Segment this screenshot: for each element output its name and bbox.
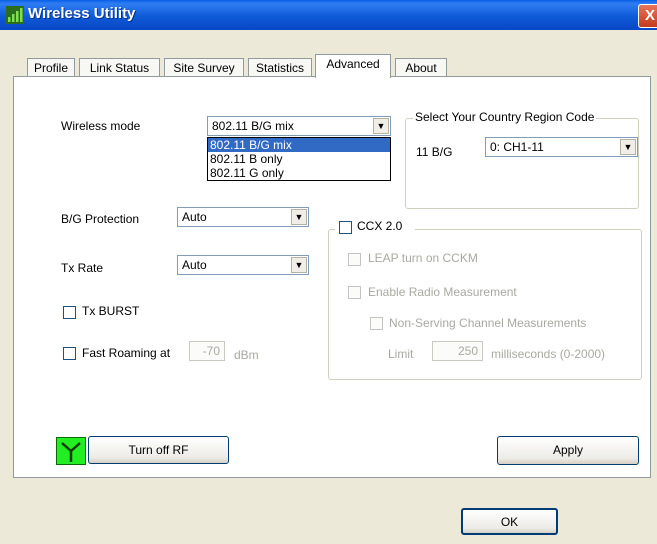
signal-bars-icon xyxy=(6,6,24,24)
tx-rate-value: Auto xyxy=(182,258,207,272)
radio-measurement-label: Enable Radio Measurement xyxy=(368,285,517,299)
close-icon: X xyxy=(644,7,655,24)
fast-roaming-threshold-field[interactable]: -70 xyxy=(189,341,225,361)
country-region-select[interactable]: 0: CH1-11 ▼ xyxy=(485,137,638,157)
ccx-label: CCX 2.0 xyxy=(357,219,403,233)
leap-cckm-checkbox[interactable] xyxy=(348,253,361,266)
tab-profile[interactable]: Profile xyxy=(27,58,75,77)
tx-burst-checkbox[interactable] xyxy=(63,306,76,319)
tab-site-survey[interactable]: Site Survey xyxy=(164,58,244,77)
tab-about[interactable]: About xyxy=(395,58,447,77)
fast-roaming-checkbox[interactable] xyxy=(63,347,76,360)
nonserving-channel-checkbox[interactable] xyxy=(370,317,383,330)
chevron-down-icon[interactable]: ▼ xyxy=(291,209,307,225)
rf-status-indicator xyxy=(56,437,86,465)
antenna-icon xyxy=(61,442,81,462)
country-region-group xyxy=(405,118,639,209)
wireless-mode-dropdown: 802.11 B/G mix 802.11 B only 802.11 G on… xyxy=(207,137,391,181)
wireless-mode-value: 802.11 B/G mix xyxy=(212,119,294,133)
tab-link-status[interactable]: Link Status xyxy=(79,58,160,77)
wireless-mode-option[interactable]: 802.11 B/G mix xyxy=(208,138,390,152)
tx-rate-select[interactable]: Auto ▼ xyxy=(177,255,309,275)
country-region-title: Select Your Country Region Code xyxy=(413,110,597,124)
radio-measurement-checkbox[interactable] xyxy=(348,286,361,299)
chevron-down-icon[interactable]: ▼ xyxy=(373,118,389,134)
limit-field[interactable]: 250 xyxy=(432,341,483,361)
bg-protection-label: B/G Protection xyxy=(61,212,140,226)
ccx-checkbox[interactable] xyxy=(339,221,352,234)
tx-burst-label: Tx BURST xyxy=(82,304,140,318)
nonserving-channel-label: Non-Serving Channel Measurements xyxy=(389,316,587,330)
close-button[interactable]: X xyxy=(638,4,657,28)
tab-statistics[interactable]: Statistics xyxy=(248,58,312,77)
bg-protection-select[interactable]: Auto ▼ xyxy=(177,207,309,227)
wireless-mode-select[interactable]: 802.11 B/G mix ▼ xyxy=(207,116,391,136)
tab-advanced[interactable]: Advanced xyxy=(315,54,391,78)
chevron-down-icon[interactable]: ▼ xyxy=(620,139,636,155)
limit-label: Limit xyxy=(388,347,414,361)
wireless-mode-option[interactable]: 802.11 G only xyxy=(208,166,390,180)
limit-unit: milliseconds (0-2000) xyxy=(491,347,606,361)
band-label: 11 B/G xyxy=(416,145,453,159)
ccx-title: CCX 2.0 xyxy=(335,219,415,235)
wireless-mode-label: Wireless mode xyxy=(61,119,141,133)
turn-off-rf-button[interactable]: Turn off RF xyxy=(88,436,229,464)
window-title: Wireless Utility xyxy=(28,5,136,22)
country-region-value: 0: CH1-11 xyxy=(490,140,544,154)
ok-button[interactable]: OK xyxy=(461,508,558,535)
title-bar[interactable]: Wireless Utility X xyxy=(0,0,657,30)
leap-cckm-label: LEAP turn on CCKM xyxy=(368,251,478,265)
fast-roaming-label: Fast Roaming at xyxy=(82,346,171,360)
tx-rate-label: Tx Rate xyxy=(61,261,104,275)
apply-button[interactable]: Apply xyxy=(497,436,639,465)
wireless-mode-option[interactable]: 802.11 B only xyxy=(208,152,390,166)
tab-bar: Profile Link Status Site Survey Statisti… xyxy=(0,54,657,78)
chevron-down-icon[interactable]: ▼ xyxy=(291,257,307,273)
bg-protection-value: Auto xyxy=(182,210,207,224)
wireless-utility-window: Wireless Utility X Profile Link Status S… xyxy=(0,0,657,544)
fast-roaming-unit: dBm xyxy=(234,348,259,362)
